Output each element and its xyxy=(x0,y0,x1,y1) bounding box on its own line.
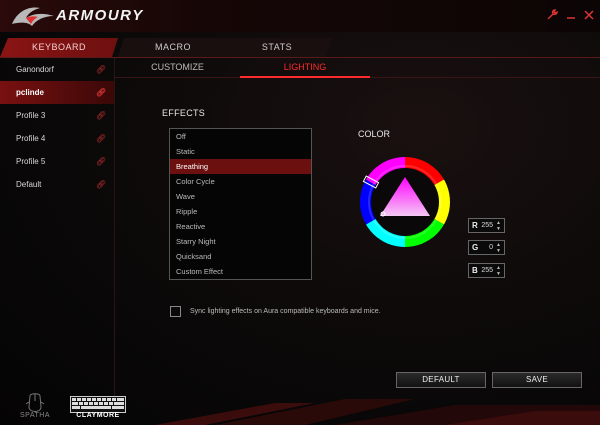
red-value[interactable]: 255 xyxy=(481,220,493,232)
profile-item-ganondorf[interactable]: Ganondorf 🔗︎ xyxy=(0,58,114,81)
spin-arrows-icon[interactable]: ▲ ▼ xyxy=(495,265,502,277)
blue-stepper[interactable]: B 255 ▲ ▼ xyxy=(468,263,505,278)
profile-item-default[interactable]: Default 🔗︎ xyxy=(0,173,114,196)
profile-label: Profile 3 xyxy=(16,111,46,120)
color-heading: COLOR xyxy=(358,129,391,139)
effect-color-cycle[interactable]: Color Cycle xyxy=(170,174,311,189)
tab-customize[interactable]: CUSTOMIZE xyxy=(115,58,240,77)
link-icon[interactable]: 🔗︎ xyxy=(96,150,106,173)
sync-label: Sync lighting effects on Aura compatible… xyxy=(190,308,381,315)
profile-label: Ganondorf xyxy=(16,65,54,74)
default-button[interactable]: DEFAULT xyxy=(396,372,486,388)
effect-custom-effect[interactable]: Custom Effect xyxy=(170,264,311,279)
link-icon[interactable]: 🔗︎ xyxy=(96,104,106,127)
tab-macro[interactable]: MACRO xyxy=(118,38,228,57)
effect-quicksand[interactable]: Quicksand xyxy=(170,249,311,264)
tab-keyboard[interactable]: KEYBOARD xyxy=(0,38,118,57)
green-stepper[interactable]: G 0 ▲ ▼ xyxy=(468,240,505,255)
title-bar: ARMOURY xyxy=(0,0,600,32)
profile-sidebar: Ganondorf 🔗︎ pclinde 🔗︎ Profile 3 🔗︎ Pro… xyxy=(0,58,114,358)
sync-checkbox[interactable] xyxy=(170,306,181,317)
wrench-icon[interactable] xyxy=(544,6,560,24)
blue-value[interactable]: 255 xyxy=(481,265,493,277)
profile-label: Profile 5 xyxy=(16,157,46,166)
profile-item-pclinde[interactable]: pclinde 🔗︎ xyxy=(0,81,114,104)
link-icon[interactable]: 🔗︎ xyxy=(96,81,106,104)
effects-heading: EFFECTS xyxy=(162,108,206,118)
device-label-spatha[interactable]: SPATHA xyxy=(10,412,60,419)
minimize-icon[interactable] xyxy=(563,6,579,24)
effect-ripple[interactable]: Ripple xyxy=(170,204,311,219)
decorative-stripes xyxy=(115,395,600,425)
tab-lighting[interactable]: LIGHTING xyxy=(240,58,370,78)
profile-item-profile-3[interactable]: Profile 3 🔗︎ xyxy=(0,104,114,127)
mouse-device-icon[interactable] xyxy=(24,392,46,414)
app-title: ARMOURY xyxy=(56,7,144,24)
profile-label: pclinde xyxy=(16,88,45,97)
color-wheel[interactable] xyxy=(360,157,450,247)
save-button[interactable]: SAVE xyxy=(492,372,582,388)
link-icon[interactable]: 🔗︎ xyxy=(96,58,106,81)
effect-off[interactable]: Off xyxy=(170,129,311,144)
spin-arrows-icon[interactable]: ▲ ▼ xyxy=(495,220,502,232)
effect-static[interactable]: Static xyxy=(170,144,311,159)
green-value[interactable]: 0 xyxy=(489,242,493,254)
effect-wave[interactable]: Wave xyxy=(170,189,311,204)
red-stepper[interactable]: R 255 ▲ ▼ xyxy=(468,218,505,233)
link-icon[interactable]: 🔗︎ xyxy=(96,127,106,150)
link-icon[interactable]: 🔗︎ xyxy=(96,173,106,196)
effect-reactive[interactable]: Reactive xyxy=(170,219,311,234)
blue-label: B xyxy=(472,266,478,275)
close-icon[interactable] xyxy=(581,6,597,24)
profile-item-profile-5[interactable]: Profile 5 🔗︎ xyxy=(0,150,114,173)
top-tabs: KEYBOARD MACRO STATS xyxy=(0,38,600,58)
effects-list: Off Static Breathing Color Cycle Wave Ri… xyxy=(169,128,312,280)
sidebar-divider xyxy=(114,58,115,398)
device-label-claymore[interactable]: CLAYMORE xyxy=(68,412,128,419)
armoury-window: ARMOURY KEYBOARD MACRO STATS Ganondorf 🔗… xyxy=(0,0,600,425)
profile-label: Default xyxy=(16,180,42,189)
sub-tabs: CUSTOMIZE LIGHTING xyxy=(115,58,600,78)
profile-label: Profile 4 xyxy=(16,134,46,143)
profile-item-profile-4[interactable]: Profile 4 🔗︎ xyxy=(0,127,114,150)
effect-breathing[interactable]: Breathing xyxy=(170,159,311,174)
spin-arrows-icon[interactable]: ▲ ▼ xyxy=(495,242,502,254)
red-label: R xyxy=(472,221,478,230)
tab-stats[interactable]: STATS xyxy=(222,38,332,57)
effect-starry-night[interactable]: Starry Night xyxy=(170,234,311,249)
rog-logo-icon xyxy=(10,4,56,28)
green-label: G xyxy=(472,243,479,252)
